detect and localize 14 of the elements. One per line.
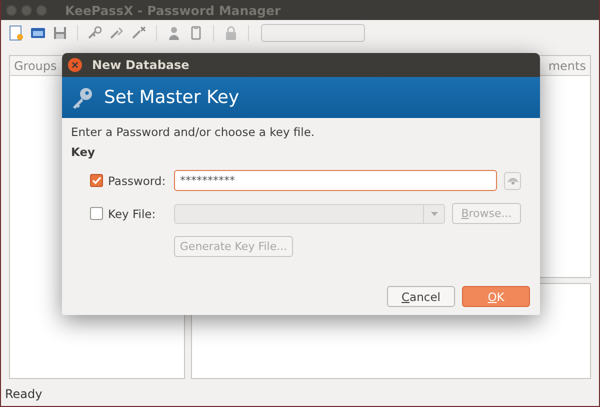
cancel-button[interactable]: Cancel [387, 286, 455, 307]
banner-title: Set Master Key [104, 87, 240, 108]
new-file-icon[interactable] [7, 24, 25, 42]
window-title: KeePassX - Password Manager [65, 2, 281, 18]
password-label: Password: [108, 174, 166, 188]
search-field[interactable] [261, 24, 365, 42]
key-file-label: Key File: [108, 206, 156, 220]
section-label: Key [71, 145, 96, 159]
ok-button[interactable]: OK [462, 286, 530, 307]
caret-icon [430, 212, 438, 216]
password-field[interactable]: ********** [174, 170, 497, 191]
checkbox[interactable] [90, 174, 103, 187]
status-text: Ready [4, 386, 44, 403]
instruction-text: Enter a Password and/or choose a key file. [71, 125, 316, 139]
